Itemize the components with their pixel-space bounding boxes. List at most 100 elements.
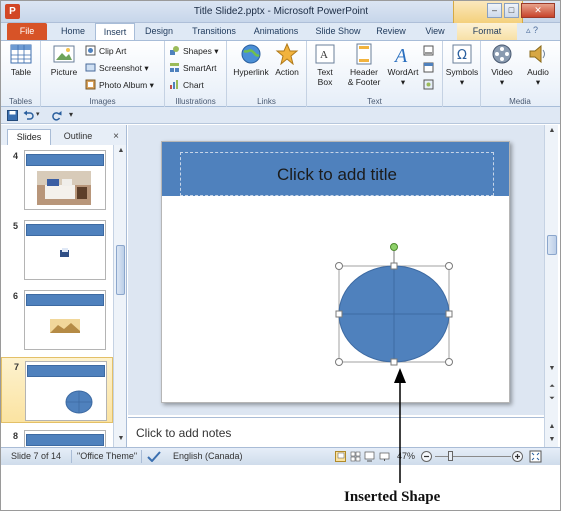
group-images: Picture Clip Art Screenshot ▾ Photo Albu… — [41, 41, 165, 107]
zoom-slider-track[interactable] — [435, 456, 511, 457]
tab-outline[interactable]: Outline — [53, 129, 103, 145]
ellipse-thumbnail — [65, 390, 93, 414]
notes-pane[interactable]: Click to add notes — [128, 417, 544, 447]
wordart-button[interactable]: A WordArt ▾ — [385, 43, 421, 87]
previous-slide-icon[interactable]: ⏶ — [545, 381, 559, 393]
tab-format[interactable]: Format — [457, 23, 517, 40]
minimize-button[interactable]: – — [487, 3, 502, 18]
zoom-level[interactable]: 47% — [397, 451, 415, 461]
table-label: Table — [10, 67, 32, 77]
object-button[interactable] — [423, 78, 437, 92]
object-icon — [423, 79, 434, 90]
resize-handle[interactable] — [445, 310, 453, 318]
ribbon-minimize-controls[interactable]: ▵ ? — [526, 25, 556, 39]
spell-check-icon[interactable] — [147, 451, 161, 462]
tab-slides[interactable]: Slides — [7, 129, 51, 145]
resize-handle[interactable] — [445, 262, 453, 270]
resize-handle[interactable] — [390, 358, 398, 366]
resize-handle[interactable] — [390, 262, 398, 270]
screenshot-button[interactable]: Screenshot ▾ — [85, 61, 149, 75]
clip-art-button[interactable]: Clip Art — [85, 44, 126, 58]
status-divider — [71, 450, 72, 463]
zoom-slider-thumb[interactable] — [448, 451, 453, 461]
omega-symbol-icon: Ω — [452, 44, 472, 64]
scroll-down-icon[interactable]: ▼ — [545, 363, 559, 375]
resize-handle[interactable] — [335, 310, 343, 318]
undo-icon[interactable] — [23, 110, 34, 121]
normal-view-icon[interactable] — [335, 451, 346, 462]
fit-slide-icon[interactable] — [529, 450, 542, 463]
rotation-handle[interactable] — [390, 243, 398, 251]
scrollbar-thumb[interactable] — [547, 235, 557, 255]
picture-button[interactable]: Picture — [47, 43, 81, 77]
slide-vertical-scrollbar[interactable]: ▲ ▼ ⏶ ⏷ ▲ ▼ — [544, 125, 558, 447]
slide-number: 6 — [13, 291, 19, 301]
tab-design[interactable]: Design — [139, 23, 179, 40]
zoom-out-icon[interactable] — [421, 451, 432, 462]
tab-review[interactable]: Review — [371, 23, 411, 40]
next-slide-icon[interactable]: ⏷ — [545, 393, 559, 405]
tab-transitions[interactable]: Transitions — [184, 23, 244, 40]
symbols-button[interactable]: Ω Symbols ▾ — [445, 43, 479, 87]
maximize-button[interactable]: □ — [504, 3, 519, 18]
slide-editing-area: Click to add title — [128, 125, 544, 415]
slide-thumbnail-8[interactable]: 8 — [1, 427, 113, 447]
scroll-down-icon[interactable]: ▼ — [545, 434, 559, 446]
slide-sorter-icon[interactable] — [350, 451, 361, 462]
zoom-in-icon[interactable] — [512, 451, 523, 462]
slide-thumbnail-5[interactable]: 5 — [1, 217, 113, 283]
hyperlink-button[interactable]: Hyperlink — [231, 43, 271, 77]
audio-speaker-icon — [529, 44, 545, 64]
close-panel-icon[interactable]: × — [109, 130, 123, 144]
slide-thumbnail-7[interactable]: 7 — [1, 357, 113, 423]
wordart-label: WordArt — [387, 67, 419, 77]
resize-handle[interactable] — [445, 358, 453, 366]
tab-insert[interactable]: Insert — [95, 23, 135, 41]
resize-handle[interactable] — [335, 358, 343, 366]
redo-icon[interactable] — [51, 110, 62, 121]
scroll-up-icon[interactable]: ▲ — [545, 421, 559, 433]
tab-animations[interactable]: Animations — [248, 23, 304, 40]
undo-dropdown-icon[interactable]: ▾ — [36, 110, 44, 121]
date-time-button[interactable] — [423, 61, 437, 75]
close-button[interactable]: ✕ — [521, 3, 555, 18]
photo-album-icon — [85, 79, 96, 90]
powerpoint-app-icon[interactable]: P — [5, 4, 20, 19]
thumb-title-band — [26, 154, 104, 166]
scroll-up-icon[interactable]: ▲ — [114, 145, 128, 157]
current-slide[interactable]: Click to add title — [161, 141, 510, 403]
chevron-down-icon: ▾ — [211, 46, 219, 56]
shapes-button[interactable]: Shapes ▾ — [169, 44, 218, 58]
slide-show-icon[interactable] — [379, 451, 390, 462]
smartart-button[interactable]: SmartArt — [169, 61, 217, 75]
scrollbar-thumb[interactable] — [116, 245, 125, 295]
scroll-down-icon[interactable]: ▼ — [114, 433, 128, 445]
tab-view[interactable]: View — [417, 23, 453, 40]
symbols-label: Symbols — [445, 67, 479, 77]
photo-album-button[interactable]: Photo Album ▾ — [85, 78, 154, 92]
customize-qat-icon[interactable]: ▾ — [69, 110, 78, 121]
slide-counter: Slide 7 of 14 — [11, 451, 62, 461]
thumb-title-band — [26, 434, 104, 446]
window-title: Title Slide2.pptx - Microsoft PowerPoint — [193, 6, 369, 17]
tab-file[interactable]: File — [7, 23, 47, 40]
header-footer-button[interactable]: Header & Footer — [343, 43, 385, 87]
tab-home[interactable]: Home — [53, 23, 93, 40]
save-icon[interactable] — [7, 110, 18, 121]
table-button[interactable]: Table — [5, 43, 37, 77]
action-button[interactable]: Action — [271, 43, 303, 77]
resize-handle[interactable] — [335, 262, 343, 270]
slide-thumbnail-6[interactable]: 6 — [1, 287, 113, 353]
video-button[interactable]: Video ▾ — [485, 43, 519, 87]
scroll-up-icon[interactable]: ▲ — [545, 125, 559, 137]
chart-button[interactable]: Chart — [169, 78, 204, 92]
tab-slide-show[interactable]: Slide Show — [309, 23, 367, 40]
signature-line-button[interactable] — [423, 44, 437, 58]
text-box-button[interactable]: A Text Box — [311, 43, 339, 87]
slides-panel-scrollbar[interactable]: ▲ ▼ — [113, 145, 126, 447]
audio-label: Audio — [527, 67, 549, 77]
slide-thumbnail-4[interactable]: 4 — [1, 147, 113, 213]
reading-view-icon[interactable] — [364, 451, 375, 462]
language[interactable]: English (Canada) — [173, 451, 243, 461]
audio-button[interactable]: Audio ▾ — [521, 43, 555, 87]
